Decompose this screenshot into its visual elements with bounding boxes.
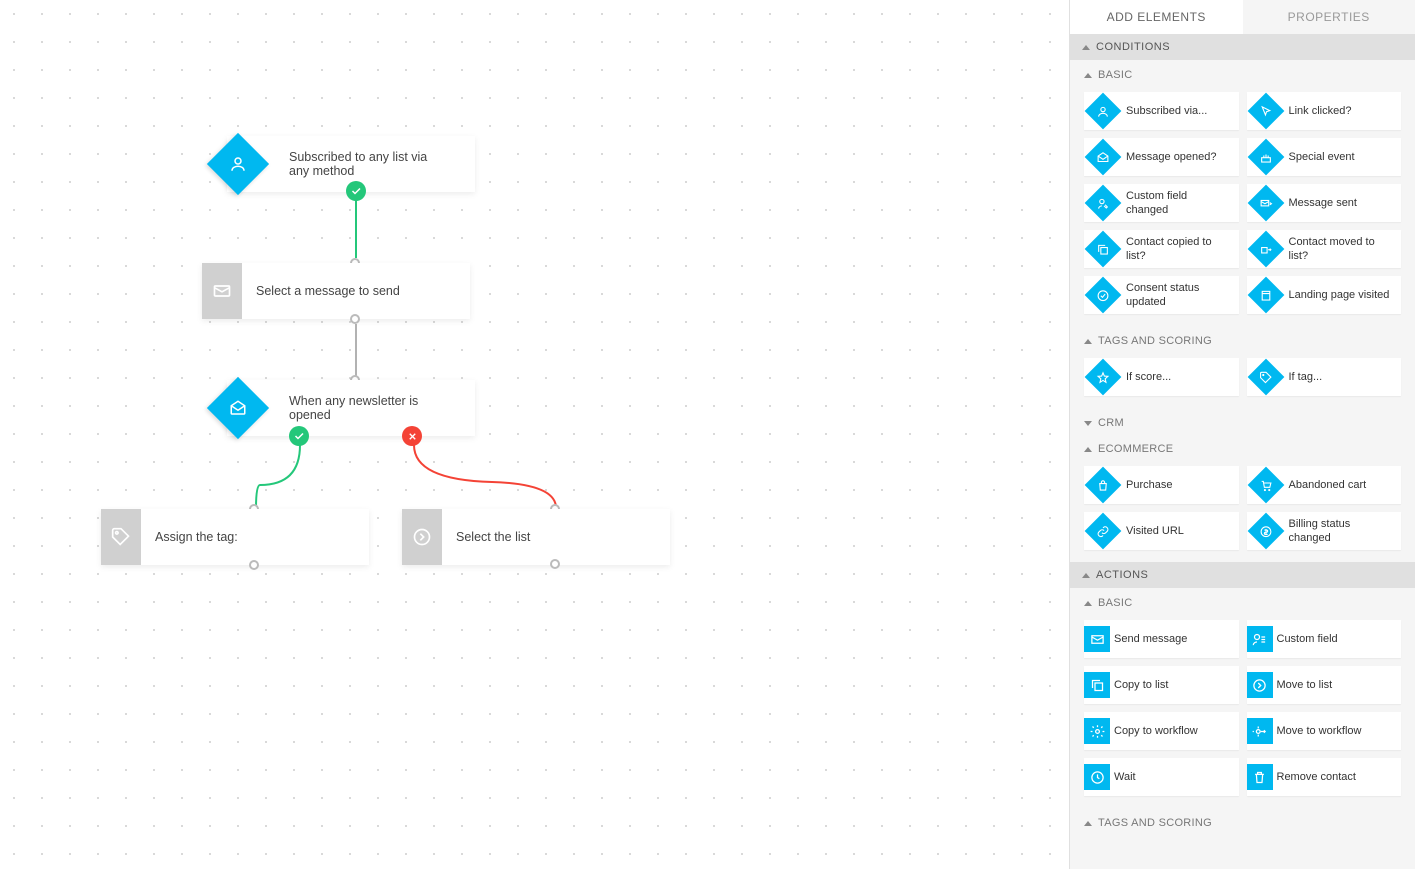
cond-moved-to-list[interactable]: Contact moved to list?: [1247, 230, 1402, 268]
tag-icon: [1247, 359, 1284, 396]
gear-arrow-icon: [1247, 718, 1273, 744]
page-icon: [1247, 277, 1284, 314]
cond-message-sent[interactable]: Message sent: [1247, 184, 1402, 222]
act-move-list[interactable]: Move to list: [1247, 666, 1402, 704]
user-list-icon: [1247, 626, 1273, 652]
section-actions[interactable]: ACTIONS: [1070, 562, 1415, 588]
cond-if-tag[interactable]: If tag...: [1247, 358, 1402, 396]
dollar-icon: [1247, 513, 1284, 550]
tabs: ADD ELEMENTS PROPERTIES: [1070, 0, 1415, 34]
trash-icon: [1247, 764, 1273, 790]
sidebar: ADD ELEMENTS PROPERTIES CONDITIONS BASIC…: [1069, 0, 1415, 869]
act-wait[interactable]: Wait: [1084, 758, 1239, 796]
chevron-up-icon: [1084, 447, 1092, 452]
chevron-up-icon: [1084, 821, 1092, 826]
connector-dot[interactable]: [350, 314, 360, 324]
check-icon: [289, 426, 309, 446]
subsection-tags-scoring[interactable]: TAGS AND SCORING: [1070, 326, 1415, 352]
envelope-icon: [202, 263, 242, 319]
node-label: When any newsletter is opened: [275, 394, 455, 422]
arrow-circle-icon: [1247, 672, 1273, 698]
subsection-actions-basic[interactable]: BASIC: [1070, 588, 1415, 614]
arrow-right-circle-icon: [402, 509, 442, 565]
user-icon: [1085, 93, 1122, 130]
cond-billing-status[interactable]: Billing status changed: [1247, 512, 1402, 550]
check-icon: [346, 181, 366, 201]
chevron-up-icon: [1084, 73, 1092, 78]
user-icon: [207, 133, 269, 195]
cake-icon: [1247, 139, 1284, 176]
node-select-message[interactable]: Select a message to send: [202, 263, 470, 319]
cond-purchase[interactable]: Purchase: [1084, 466, 1239, 504]
chevron-up-icon: [1082, 573, 1090, 578]
cond-if-score[interactable]: If score...: [1084, 358, 1239, 396]
act-copy-workflow[interactable]: Copy to workflow: [1084, 712, 1239, 750]
cond-consent[interactable]: Consent status updated: [1084, 276, 1239, 314]
move-icon: [1247, 231, 1284, 268]
node-assign-tag[interactable]: Assign the tag:: [101, 509, 369, 565]
act-move-workflow[interactable]: Move to workflow: [1247, 712, 1402, 750]
act-remove-contact[interactable]: Remove contact: [1247, 758, 1402, 796]
chevron-up-icon: [1084, 601, 1092, 606]
link-icon: [1085, 513, 1122, 550]
act-send-message[interactable]: Send message: [1084, 620, 1239, 658]
node-newsletter-opened[interactable]: When any newsletter is opened: [227, 380, 475, 436]
tab-add-elements[interactable]: ADD ELEMENTS: [1070, 0, 1243, 34]
node-label: Assign the tag:: [141, 530, 252, 544]
cursor-icon: [1247, 93, 1284, 130]
node-select-list[interactable]: Select the list: [402, 509, 670, 565]
chevron-down-icon: [1084, 421, 1092, 426]
cond-abandoned-cart[interactable]: Abandoned cart: [1247, 466, 1402, 504]
star-icon: [1085, 359, 1122, 396]
envelope-send-icon: [1247, 185, 1284, 222]
subsection-crm[interactable]: CRM: [1070, 408, 1415, 434]
envelope-open-icon: [207, 377, 269, 439]
envelope-icon: [1084, 626, 1110, 652]
connector-dot[interactable]: [249, 560, 259, 570]
subsection-basic[interactable]: BASIC: [1070, 60, 1415, 86]
act-copy-list[interactable]: Copy to list: [1084, 666, 1239, 704]
cond-visited-url[interactable]: Visited URL: [1084, 512, 1239, 550]
subsection-ecommerce[interactable]: ECOMMERCE: [1070, 434, 1415, 460]
cond-landing-page[interactable]: Landing page visited: [1247, 276, 1402, 314]
cond-message-opened[interactable]: Message opened?: [1084, 138, 1239, 176]
cond-copied-to-list[interactable]: Contact copied to list?: [1084, 230, 1239, 268]
cond-link-clicked[interactable]: Link clicked?: [1247, 92, 1402, 130]
bag-icon: [1085, 467, 1122, 504]
user-edit-icon: [1085, 185, 1122, 222]
connector-dot[interactable]: [550, 559, 560, 569]
chevron-up-icon: [1082, 45, 1090, 50]
cart-icon: [1247, 467, 1284, 504]
check-circle-icon: [1085, 277, 1122, 314]
close-icon: [402, 426, 422, 446]
node-label: Subscribed to any list via any method: [275, 150, 455, 178]
cond-special-event[interactable]: Special event: [1247, 138, 1402, 176]
envelope-open-icon: [1085, 139, 1122, 176]
chevron-up-icon: [1084, 339, 1092, 344]
node-label: Select a message to send: [242, 284, 414, 298]
copy-icon: [1085, 231, 1122, 268]
act-custom-field[interactable]: Custom field: [1247, 620, 1402, 658]
cond-custom-field[interactable]: Custom field changed: [1084, 184, 1239, 222]
node-label: Select the list: [442, 530, 544, 544]
copy-icon: [1084, 672, 1110, 698]
section-conditions[interactable]: CONDITIONS: [1070, 34, 1415, 60]
tab-properties[interactable]: PROPERTIES: [1243, 0, 1415, 34]
subsection-actions-tags-scoring[interactable]: TAGS AND SCORING: [1070, 808, 1415, 834]
workflow-canvas[interactable]: Subscribed to any list via any method Se…: [0, 0, 1069, 869]
gear-copy-icon: [1084, 718, 1110, 744]
cond-subscribed[interactable]: Subscribed via...: [1084, 92, 1239, 130]
clock-icon: [1084, 764, 1110, 790]
tag-icon: [101, 509, 141, 565]
